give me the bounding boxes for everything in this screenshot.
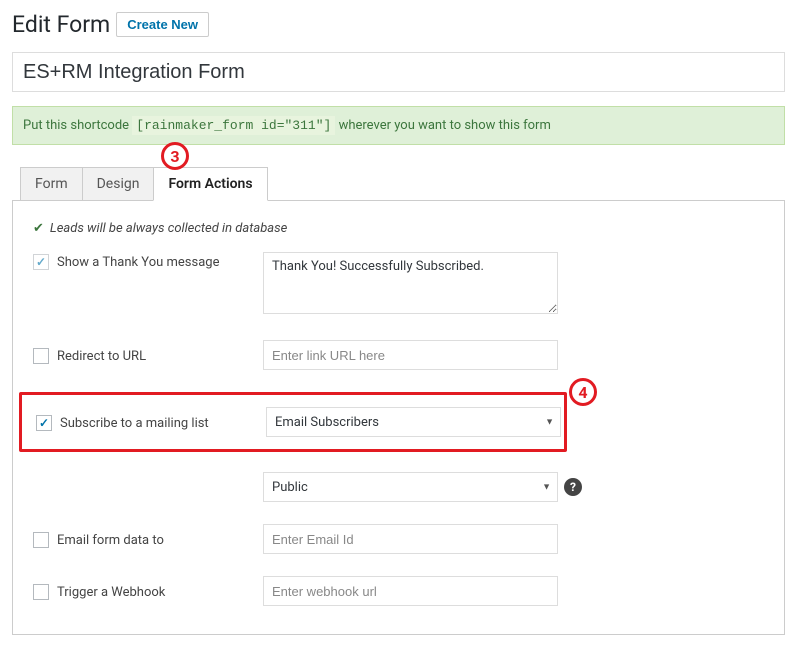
visibility-select[interactable]: Public ▼ bbox=[263, 472, 558, 502]
tab-form[interactable]: Form bbox=[20, 167, 83, 201]
leads-info: ✔ Leads will be always collected in data… bbox=[33, 221, 764, 236]
leads-info-text: Leads will be always collected in databa… bbox=[50, 221, 287, 236]
help-icon[interactable]: ? bbox=[564, 478, 582, 496]
chevron-down-icon: ▼ bbox=[542, 482, 551, 493]
thank-you-label: Show a Thank You message bbox=[57, 255, 220, 270]
thank-you-textarea[interactable]: Thank You! Successfully Subscribed. bbox=[263, 252, 558, 314]
redirect-checkbox[interactable] bbox=[33, 348, 49, 364]
webhook-checkbox[interactable] bbox=[33, 584, 49, 600]
page-title: Edit Form bbox=[12, 10, 110, 40]
check-icon: ✔ bbox=[33, 221, 44, 236]
subscribe-checkbox[interactable] bbox=[36, 415, 52, 431]
email-form-checkbox[interactable] bbox=[33, 532, 49, 548]
shortcode-code: [rainmaker_form id="311"] bbox=[132, 116, 335, 135]
email-to-input[interactable] bbox=[263, 524, 558, 554]
subscribe-highlight: Subscribe to a mailing list Email Subscr… bbox=[19, 392, 567, 452]
shortcode-notice: Put this shortcode [rainmaker_form id="3… bbox=[12, 106, 785, 145]
tab-form-actions[interactable]: Form Actions bbox=[153, 167, 267, 201]
redirect-url-input[interactable] bbox=[263, 340, 558, 370]
tab-design[interactable]: Design bbox=[82, 167, 155, 201]
webhook-url-input[interactable] bbox=[263, 576, 558, 606]
create-new-button[interactable]: Create New bbox=[116, 12, 209, 37]
shortcode-text-pre: Put this shortcode bbox=[23, 118, 132, 133]
subscribe-list-value: Email Subscribers bbox=[275, 415, 379, 430]
thank-you-checkbox[interactable] bbox=[33, 254, 49, 270]
redirect-label: Redirect to URL bbox=[57, 349, 146, 364]
annotation-3: 3 bbox=[161, 142, 189, 170]
shortcode-text-post: wherever you want to show this form bbox=[339, 118, 551, 133]
form-actions-panel: 4 ✔ Leads will be always collected in da… bbox=[12, 200, 785, 635]
subscribe-list-select[interactable]: Email Subscribers ▼ bbox=[266, 407, 561, 437]
webhook-label: Trigger a Webhook bbox=[57, 585, 165, 600]
annotation-4: 4 bbox=[569, 378, 597, 406]
subscribe-label: Subscribe to a mailing list bbox=[60, 416, 209, 431]
email-form-label: Email form data to bbox=[57, 533, 164, 548]
visibility-value: Public bbox=[272, 480, 308, 495]
tabs-nav: Form Design Form Actions bbox=[20, 167, 785, 201]
form-title-input[interactable] bbox=[12, 52, 785, 92]
chevron-down-icon: ▼ bbox=[545, 417, 554, 428]
